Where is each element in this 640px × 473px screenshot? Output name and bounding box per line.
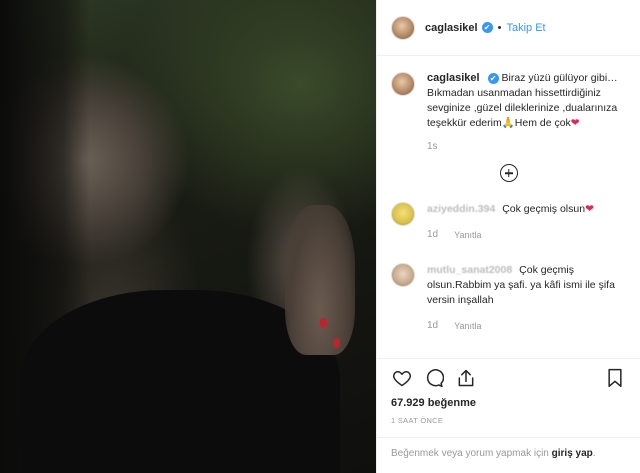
post-photo[interactable] [0, 0, 376, 473]
login-prompt-period: . [592, 448, 596, 459]
login-prompt: Beğenmek veya yorum yapmak için giriş ya… [377, 437, 640, 473]
comment-text: Çok geçmiş olsun [502, 203, 586, 215]
share-icon[interactable] [455, 367, 477, 389]
reply-button[interactable]: Yanıtla [454, 227, 481, 243]
comment-username[interactable]: mutlu_sanat2008 [427, 264, 512, 276]
comment-icon[interactable] [423, 367, 445, 389]
caption-avatar[interactable] [391, 72, 415, 96]
comment-avatar[interactable] [391, 263, 415, 287]
header-username[interactable]: caglasikel [425, 22, 478, 34]
heart-outline-icon[interactable] [391, 367, 413, 389]
caption-username[interactable]: caglasikel [427, 72, 480, 84]
verified-badge-icon: ✔ [481, 22, 493, 33]
login-link[interactable]: giriş yap [552, 448, 593, 459]
comment-item: mutlu_sanat2008 Çok geçmiş olsun.Rabbim … [391, 263, 626, 334]
avatar[interactable] [391, 15, 415, 40]
peace-sign-hand [285, 205, 355, 355]
comment-username[interactable]: aziyeddin.394 [427, 203, 495, 215]
reply-button[interactable]: Yanıtla [454, 318, 481, 334]
post-actions: 67.929 beğenme 1 SAAT ÖNCE [377, 358, 640, 425]
comment-avatar[interactable] [391, 202, 415, 226]
login-prompt-text: Beğenmek veya yorum yapmak için [391, 448, 549, 459]
comments-section: caglasikel ✔ Biraz yüzü gülüyor gibi… Bık… [377, 57, 640, 357]
post-header: caglasikel ✔ • Takip Et [377, 0, 640, 56]
comment-time[interactable]: 1d [427, 227, 438, 243]
red-heart-emoji-icon: ❤ [570, 117, 580, 129]
bookmark-icon[interactable] [604, 367, 626, 389]
likes-count[interactable]: 67.929 beğenme [391, 397, 626, 409]
verified-badge-icon: ✔ [487, 72, 499, 84]
load-more-comments-icon[interactable] [499, 164, 518, 182]
comment-time[interactable]: 1d [427, 318, 438, 334]
caption: caglasikel ✔ Biraz yüzü gülüyor gibi… Bık… [391, 71, 626, 154]
red-heart-emoji-icon: ❤ [585, 203, 594, 215]
post-timestamp: 1 SAAT ÖNCE [391, 416, 444, 425]
post-sidebar: caglasikel ✔ • Takip Et caglasikel ✔ Bira… [376, 0, 640, 473]
caption-time[interactable]: 1s [427, 139, 626, 154]
comment-item: aziyeddin.394 Çok geçmiş olsun❤ 1d Yanıt… [391, 202, 626, 243]
instagram-post: caglasikel ✔ • Takip Et caglasikel ✔ Bira… [0, 0, 640, 473]
separator-dot: • [497, 21, 502, 34]
follow-button[interactable]: Takip Et [506, 22, 545, 34]
